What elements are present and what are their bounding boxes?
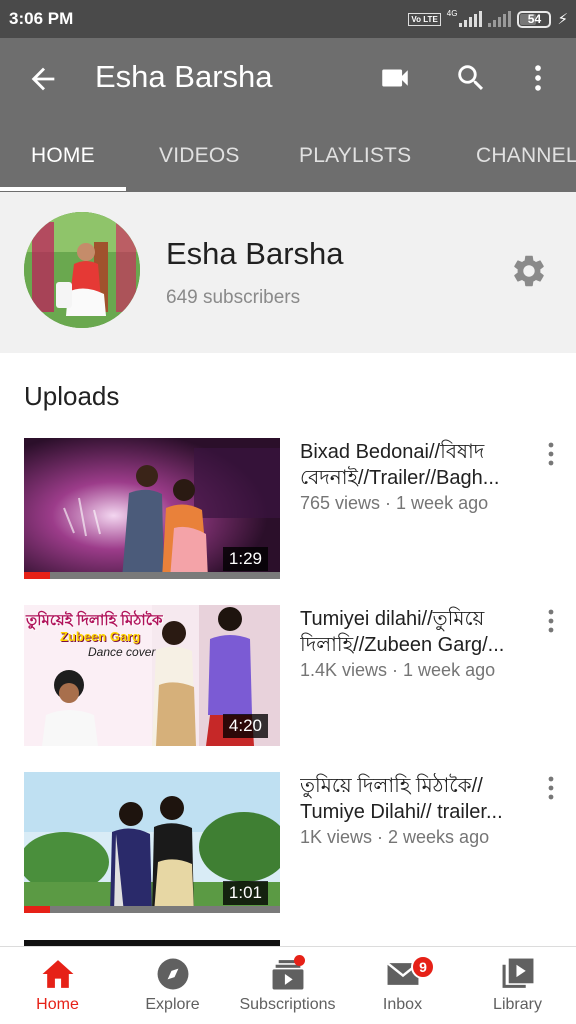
charging-bolt-icon: ⚡ bbox=[557, 11, 568, 28]
channel-name: Esha Barsha bbox=[166, 236, 344, 271]
bottom-navigation: Home Explore Subscriptions 9 Inbox Libra… bbox=[0, 946, 576, 1024]
video-title[interactable]: Tumiyei dilahi//তুমিয়ে দিলাহি//Zubeen G… bbox=[300, 606, 535, 658]
channel-header: Esha Barsha 649 subscribers bbox=[0, 192, 576, 353]
explore-compass-icon bbox=[154, 957, 192, 991]
home-icon bbox=[39, 957, 77, 991]
video-duration: 1:29 bbox=[222, 547, 268, 571]
video-item[interactable]: 1:29 Bixad Bedonai//বিষাদ বেদনাই//Traile… bbox=[0, 438, 576, 588]
youtube-channel-screen: 3:06 PM Vo LTE 4G 54 ⚡ Esha Barsha HOME … bbox=[0, 0, 576, 1024]
video-item[interactable]: 1:01 তুমিয়ে দিলাহি মিঠাকৈ// Tumiye Dila… bbox=[0, 772, 576, 922]
signal-2-icon bbox=[488, 11, 512, 27]
nav-library[interactable]: Library bbox=[460, 947, 575, 1024]
video-thumbnail[interactable]: 1:29 bbox=[24, 438, 280, 579]
network-type-label: 4G bbox=[446, 8, 458, 18]
video-title-line-2: Tumiye Dilahi// trailer... bbox=[300, 801, 503, 823]
tab-videos[interactable]: VIDEOS bbox=[159, 144, 240, 168]
watch-progress-fill bbox=[24, 906, 50, 913]
video-camera-icon[interactable] bbox=[377, 60, 413, 96]
video-meta: 1K views · 2 weeks ago bbox=[300, 827, 490, 847]
watch-progress-fill bbox=[24, 572, 50, 579]
search-icon[interactable] bbox=[453, 60, 489, 96]
uploads-heading: Uploads bbox=[24, 381, 120, 411]
app-bar: Esha Barsha bbox=[0, 38, 576, 120]
video-meta: 1.4K views · 1 week ago bbox=[300, 660, 496, 680]
inbox-badge: 9 bbox=[411, 955, 435, 979]
nav-label-inbox: Inbox bbox=[382, 996, 423, 1013]
status-time: 3:06 PM bbox=[9, 9, 74, 28]
video-title-line-2: দিলাহি//Zubeen Garg/... bbox=[300, 634, 505, 656]
thumbnail-caption-artist: Zubeen Garg bbox=[60, 629, 141, 644]
video-more-icon[interactable] bbox=[540, 440, 562, 468]
video-title[interactable]: Bixad Bedonai//বিষাদ বেদনাই//Trailer//Ba… bbox=[300, 439, 535, 491]
video-title-line-1: Tumiyei dilahi//তুমিয়ে bbox=[300, 608, 485, 630]
nav-explore[interactable]: Explore bbox=[115, 947, 230, 1024]
video-more-icon[interactable] bbox=[540, 607, 562, 635]
more-vert-icon[interactable] bbox=[520, 60, 556, 96]
video-thumbnail[interactable]: তুমিয়েই দিলাহি মিঠাকৈ Zubeen Garg Dance… bbox=[24, 605, 280, 746]
active-tab-indicator bbox=[0, 187, 126, 191]
battery-level: 54 bbox=[527, 12, 542, 26]
watch-progress-bar bbox=[24, 906, 280, 913]
video-meta: 765 views · 1 week ago bbox=[300, 493, 489, 513]
gear-icon[interactable] bbox=[510, 252, 548, 290]
nav-label-home: Home bbox=[36, 996, 79, 1013]
volte-icon: Vo LTE bbox=[408, 12, 441, 26]
nav-label-library: Library bbox=[493, 996, 542, 1013]
nav-inbox[interactable]: 9 Inbox bbox=[345, 947, 460, 1024]
watch-progress-bar bbox=[24, 572, 280, 579]
nav-label-explore: Explore bbox=[145, 996, 200, 1013]
nav-subscriptions[interactable]: Subscriptions bbox=[230, 947, 345, 1024]
video-more-icon[interactable] bbox=[540, 774, 562, 802]
signal-icon bbox=[459, 11, 483, 27]
battery-icon: 54 bbox=[517, 10, 552, 28]
video-duration: 1:01 bbox=[222, 881, 268, 905]
channel-tabs: HOME VIDEOS PLAYLISTS CHANNEL bbox=[0, 120, 576, 192]
back-arrow-icon[interactable] bbox=[26, 62, 60, 96]
library-icon bbox=[499, 957, 537, 991]
video-title[interactable]: তুমিয়ে দিলাহি মিঠাকৈ// Tumiye Dilahi// … bbox=[300, 773, 535, 825]
video-title-line-1: তুমিয়ে দিলাহি মিঠাকৈ// bbox=[300, 775, 483, 797]
status-icons: Vo LTE 4G 54 ⚡ bbox=[408, 8, 568, 30]
tab-channels[interactable]: CHANNEL bbox=[476, 144, 576, 168]
tab-home[interactable]: HOME bbox=[31, 144, 95, 168]
video-duration: 4:20 bbox=[222, 714, 268, 738]
subscriptions-notification-dot bbox=[294, 955, 305, 966]
nav-home[interactable]: Home bbox=[0, 947, 115, 1024]
app-bar-title: Esha Barsha bbox=[95, 59, 273, 94]
channel-avatar[interactable] bbox=[24, 212, 140, 328]
video-item[interactable]: তুমিয়েই দিলাহি মিঠাকৈ Zubeen Garg Dance… bbox=[0, 605, 576, 755]
tab-playlists[interactable]: PLAYLISTS bbox=[299, 144, 411, 168]
video-title-line-2: বেদনাই//Trailer//Bagh... bbox=[300, 467, 500, 489]
subscriber-count: 649 subscribers bbox=[166, 287, 301, 308]
video-thumbnail[interactable]: 1:01 bbox=[24, 772, 280, 913]
video-title-line-1: Bixad Bedonai//বিষাদ bbox=[300, 441, 485, 463]
status-bar: 3:06 PM Vo LTE 4G 54 ⚡ bbox=[0, 0, 576, 38]
thumbnail-caption-note: Dance cover bbox=[88, 645, 156, 659]
nav-label-subscriptions: Subscriptions bbox=[239, 996, 336, 1013]
